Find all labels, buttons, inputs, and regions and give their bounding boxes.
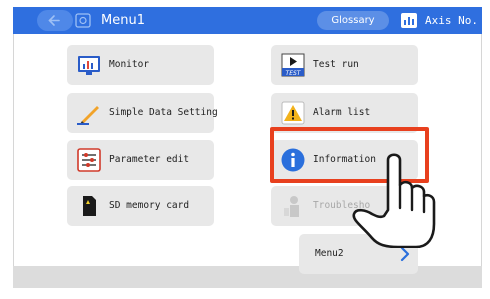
monitor-chart-icon — [77, 53, 101, 77]
back-button[interactable] — [37, 10, 73, 31]
home-icon[interactable] — [73, 11, 93, 30]
warning-icon — [281, 101, 305, 125]
simple-data-setting-label: Simple Data Setting — [109, 107, 218, 118]
pencil-icon — [77, 101, 101, 125]
touch-screen: Menu1 Glossary Axis No. 00 Monito — [0, 0, 490, 299]
troubleshooting-icon — [281, 194, 305, 218]
parameter-sliders-icon — [77, 148, 101, 172]
sd-card-icon — [77, 194, 101, 218]
test-play-icon: TEST — [281, 53, 305, 77]
glossary-button[interactable]: Glossary — [317, 11, 389, 30]
axis-number: Axis No. 00 — [425, 14, 490, 27]
parameter-edit-button[interactable]: Parameter edit — [67, 140, 214, 180]
sd-memory-card-label: SD memory card — [109, 200, 190, 211]
test-run-button[interactable]: TEST Test run — [271, 45, 418, 85]
svg-text:TEST: TEST — [286, 70, 302, 77]
sd-memory-card-button[interactable]: SD memory card — [67, 186, 214, 226]
parameter-edit-label: Parameter edit — [109, 154, 190, 165]
monitor-button[interactable]: Monitor — [67, 45, 214, 85]
back-arrow-icon — [48, 15, 60, 26]
test-run-label: Test run — [313, 59, 359, 70]
hand-pointer-icon — [338, 152, 438, 249]
monitor-label: Monitor — [109, 59, 150, 70]
axis-chart-icon — [401, 13, 417, 28]
page-title: Menu1 — [101, 13, 145, 28]
header-bar: Menu1 Glossary Axis No. 00 — [13, 7, 490, 34]
simple-data-setting-button[interactable]: Simple Data Setting — [67, 93, 218, 133]
